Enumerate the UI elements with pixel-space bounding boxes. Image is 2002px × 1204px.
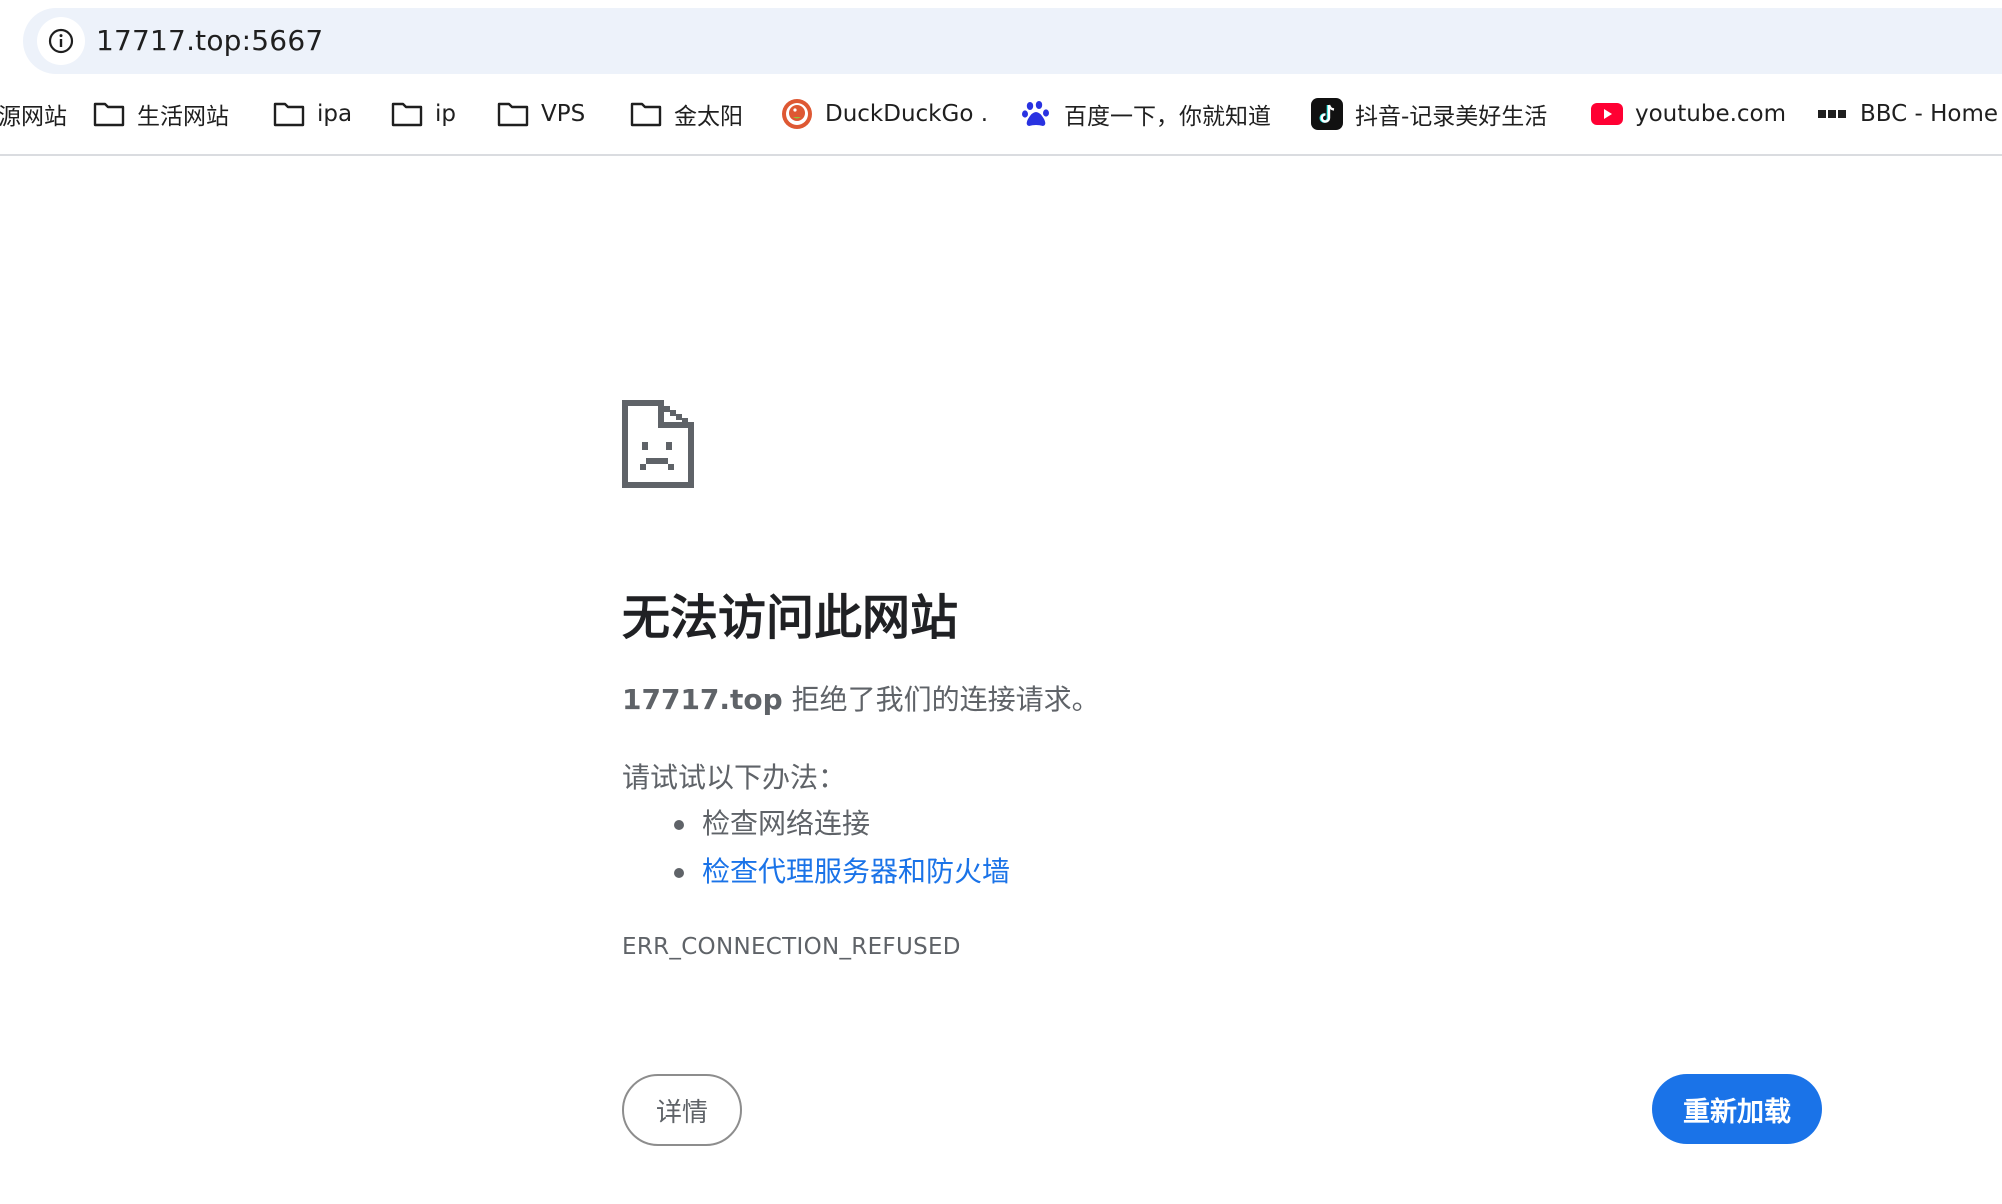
suggestions-list: 检查网络连接 检查代理服务器和防火墙: [672, 800, 1010, 896]
reload-button[interactable]: 重新加载: [1652, 1074, 1822, 1144]
info-icon[interactable]: [37, 17, 85, 65]
suggestions-heading: 请试试以下办法：: [622, 761, 847, 794]
error-code: ERR_CONNECTION_REFUSED: [622, 934, 961, 960]
error-host: 17717.top: [622, 683, 783, 716]
suggestion-check-proxy-link[interactable]: 检查代理服务器和防火墙: [672, 848, 1010, 896]
duckduckgo-icon: [781, 98, 813, 130]
bookmark-douyin[interactable]: 抖音-记录美好生活: [1311, 84, 1547, 144]
bookmark-label: ipa: [317, 101, 353, 127]
bookmark-label: ip: [435, 101, 456, 127]
suggestion-check-network: 检查网络连接: [672, 800, 1010, 848]
tiktok-icon: [1311, 98, 1343, 130]
error-title: 无法访问此网站: [622, 590, 959, 646]
folder-icon: [391, 98, 423, 130]
bookmark-label: youtube.com: [1635, 101, 1787, 127]
bookmark-label: BBC - Home: [1860, 101, 1999, 127]
bookmark-folder-life[interactable]: 生活网站: [93, 84, 229, 144]
bookmark-label: 源网站: [0, 104, 67, 130]
bookmark-label: VPS: [541, 101, 586, 127]
bookmark-label: 生活网站: [137, 104, 229, 130]
baidu-paw-icon: [1020, 98, 1052, 130]
error-summary: 17717.top 拒绝了我们的连接请求。: [622, 678, 1100, 718]
bbc-icon: [1816, 98, 1848, 130]
youtube-icon: [1591, 98, 1623, 130]
bookmark-duckduckgo[interactable]: DuckDuckGo .: [781, 84, 988, 144]
bookmark-folder-ipa[interactable]: ipa: [273, 84, 352, 144]
toolbar-divider: [0, 154, 2002, 156]
folder-icon: [497, 98, 529, 130]
details-button[interactable]: 详情: [622, 1074, 742, 1146]
error-summary-text: 拒绝了我们的连接请求。: [782, 683, 1100, 716]
bookmark-bbc[interactable]: BBC - Home: [1816, 84, 1998, 144]
bookmark-baidu[interactable]: 百度一下，你就知道: [1020, 84, 1271, 144]
bookmark-folder-ip[interactable]: ip: [391, 84, 456, 144]
folder-icon: [630, 98, 662, 130]
folder-icon: [93, 98, 125, 130]
bookmark-label: 抖音-记录美好生活: [1355, 104, 1548, 130]
folder-icon: [273, 98, 305, 130]
browser-toolbar: 17717.top:5667: [0, 0, 2002, 76]
omnibox[interactable]: 17717.top:5667: [23, 8, 2002, 74]
bookmark-folder-vps[interactable]: VPS: [497, 84, 585, 144]
bookmark-partial[interactable]: 源网站: [0, 84, 67, 144]
bookmark-label: 百度一下，你就知道: [1064, 104, 1271, 130]
bookmarks-bar: 源网站 生活网站 ipa ip VPS 金太阳 DuckDuckGo . 百度一…: [0, 84, 2002, 144]
bookmark-label: 金太阳: [674, 104, 743, 130]
bookmark-youtube[interactable]: youtube.com: [1591, 84, 1786, 144]
sad-document-icon: [622, 400, 694, 488]
url-text[interactable]: 17717.top:5667: [96, 8, 323, 74]
bookmark-folder-jintaiyang[interactable]: 金太阳: [630, 84, 743, 144]
bookmark-label: DuckDuckGo .: [825, 101, 989, 127]
